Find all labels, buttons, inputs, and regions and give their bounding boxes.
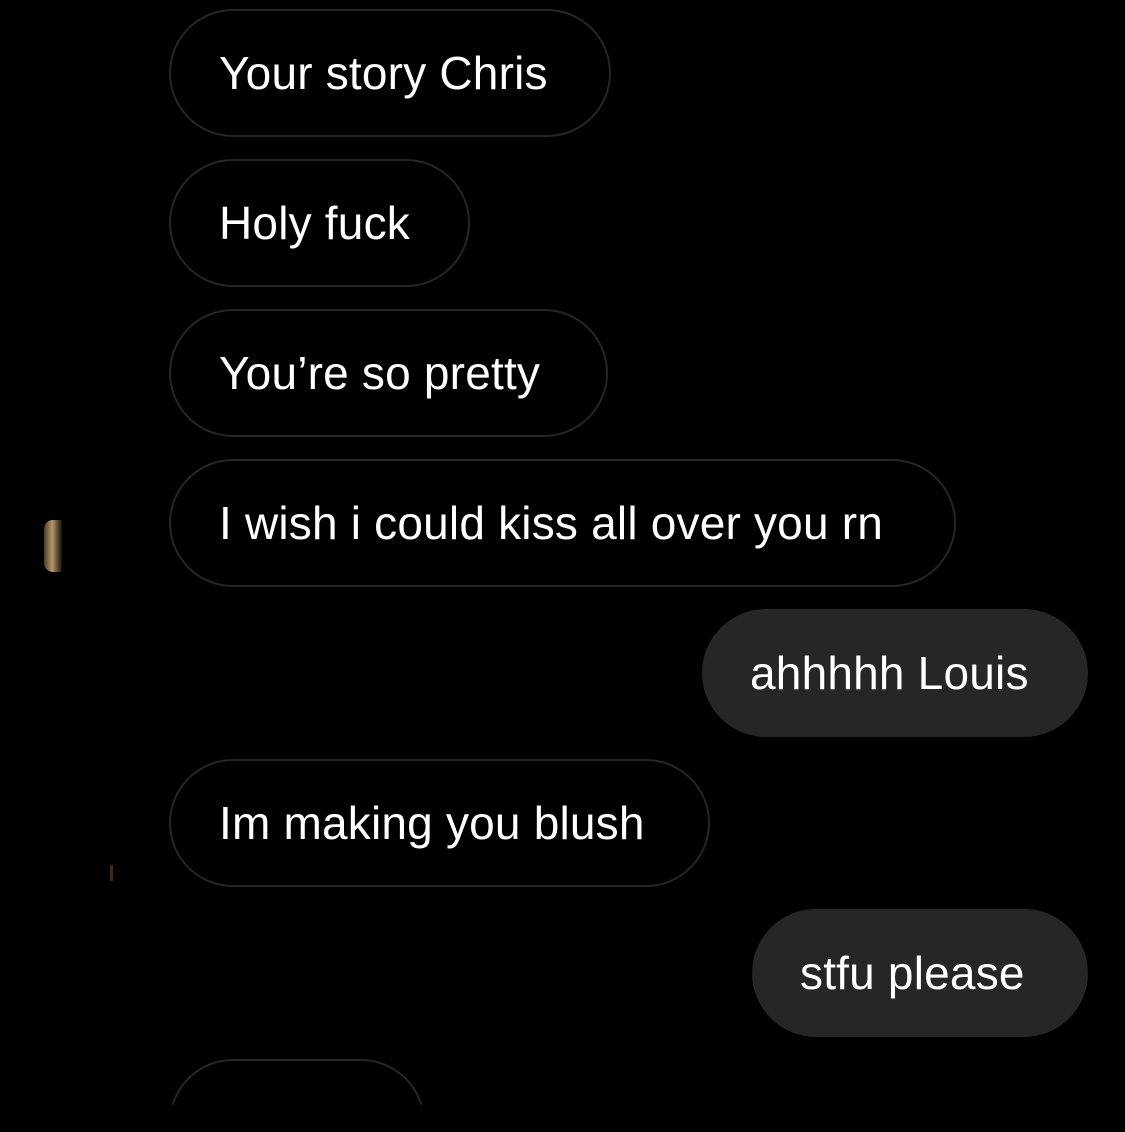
message-bubble-incoming-cut-off[interactable] bbox=[169, 1059, 425, 1105]
message-text: ahhhhh Louis bbox=[750, 647, 1029, 699]
message-text: Holy fuck bbox=[219, 197, 410, 249]
message-bubble-outgoing[interactable]: stfu please bbox=[752, 909, 1088, 1037]
message-bubble-incoming[interactable]: Im making you blush bbox=[169, 759, 710, 887]
avatar-fragment bbox=[110, 865, 113, 881]
message-bubble-outgoing[interactable]: ahhhhh Louis bbox=[702, 609, 1088, 737]
sender-avatar-icon[interactable] bbox=[44, 520, 62, 572]
message-thread[interactable]: Your story Chris Holy fuck You’re so pre… bbox=[0, 0, 1125, 1105]
message-text: Im making you blush bbox=[219, 797, 645, 849]
message-bubble-incoming[interactable]: Your story Chris bbox=[169, 9, 611, 137]
message-bubble-incoming[interactable]: You’re so pretty bbox=[169, 309, 608, 437]
message-text: stfu please bbox=[800, 947, 1025, 999]
message-text: You’re so pretty bbox=[219, 347, 541, 399]
message-text: I wish i could kiss all over you rn bbox=[219, 497, 884, 549]
message-text: Your story Chris bbox=[219, 47, 548, 99]
message-bubble-incoming[interactable]: I wish i could kiss all over you rn bbox=[169, 459, 956, 587]
message-bubble-incoming[interactable]: Holy fuck bbox=[169, 159, 470, 287]
